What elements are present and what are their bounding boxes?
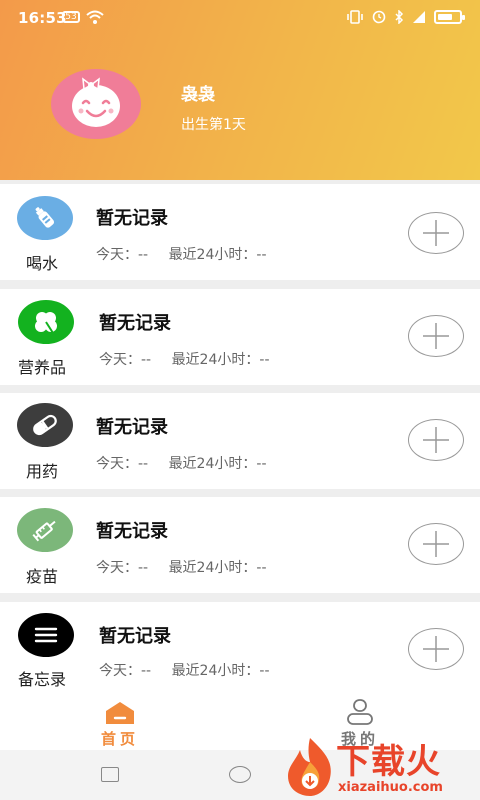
- record-card-vaccine[interactable]: 疫苗 暂无记录 今天：-- 最近24小时：--: [0, 497, 480, 593]
- category-label: 备忘录: [18, 670, 67, 689]
- bluetooth-icon: [395, 10, 404, 24]
- status-bar: 16:53 53: [0, 0, 480, 36]
- add-memo-button[interactable]: [408, 628, 464, 670]
- add-supplement-button[interactable]: [408, 315, 464, 357]
- baby-name: 袅袅: [181, 85, 215, 105]
- category-label: 喝水: [26, 254, 59, 273]
- plus-icon: [423, 531, 449, 557]
- user-icon: [347, 699, 373, 725]
- today-value: --: [138, 247, 149, 263]
- watermark-url: xiazaihuo.com: [338, 780, 443, 795]
- home-icon: [106, 702, 134, 724]
- today-label: 今天：: [96, 560, 138, 576]
- recent-value: --: [256, 560, 267, 576]
- add-medication-button[interactable]: [408, 419, 464, 461]
- today-value: --: [141, 663, 152, 679]
- record-card-supplement[interactable]: 营养品 暂无记录 今天：-- 最近24小时：--: [0, 289, 480, 385]
- today-value: --: [141, 352, 152, 368]
- record-card-medication[interactable]: 用药 暂无记录 今天：-- 最近24小时：--: [0, 393, 480, 489]
- recent-label: 最近24小时：: [168, 247, 257, 263]
- plus-icon: [423, 427, 449, 453]
- plus-icon: [423, 220, 449, 246]
- water-bottle-icon: [17, 196, 73, 240]
- category-label: 疫苗: [26, 567, 59, 586]
- profile-header: 16:53 53 袅袅 出生第1天: [0, 0, 480, 180]
- signal-icon: [413, 11, 425, 23]
- today-label: 今天：: [96, 247, 138, 263]
- home-nav-button[interactable]: [229, 766, 251, 783]
- syringe-icon: [17, 508, 73, 552]
- recent-label: 最近24小时：: [168, 560, 257, 576]
- baby-face-icon: [72, 77, 120, 127]
- baby-age: 出生第1天: [181, 117, 246, 133]
- record-title: 暂无记录: [99, 313, 171, 334]
- record-stats: 今天：-- 最近24小时：--: [96, 244, 267, 264]
- tab-home[interactable]: 首页: [60, 694, 180, 750]
- alarm-icon: [372, 10, 386, 24]
- today-label: 今天：: [99, 663, 141, 679]
- record-title: 暂无记录: [96, 208, 168, 229]
- today-value: --: [138, 560, 149, 576]
- add-water-button[interactable]: [408, 212, 464, 254]
- add-vaccine-button[interactable]: [408, 523, 464, 565]
- recent-label: 最近24小时：: [168, 456, 257, 472]
- today-label: 今天：: [99, 352, 141, 368]
- clover-icon: [18, 300, 74, 344]
- recent-value: --: [256, 456, 267, 472]
- notification-badge-icon: 53: [62, 11, 80, 23]
- record-title: 暂无记录: [96, 521, 168, 542]
- recent-value: --: [259, 352, 270, 368]
- recent-value: --: [256, 247, 267, 263]
- recent-apps-button[interactable]: [101, 767, 119, 782]
- today-value: --: [138, 456, 149, 472]
- flame-logo-icon: [288, 738, 331, 796]
- record-card-water[interactable]: 喝水 暂无记录 今天：-- 最近24小时：--: [0, 184, 480, 280]
- record-title: 暂无记录: [96, 417, 168, 438]
- plus-icon: [423, 636, 449, 662]
- watermark-text: 下载火: [336, 742, 441, 782]
- record-stats: 今天：-- 最近24小时：--: [99, 660, 270, 680]
- wifi-icon: [86, 10, 104, 24]
- battery-icon: [434, 10, 465, 24]
- category-label: 用药: [26, 462, 59, 481]
- recent-label: 最近24小时：: [171, 663, 260, 679]
- record-card-memo[interactable]: 备忘录 暂无记录 今天：-- 最近24小时：--: [0, 602, 480, 694]
- today-label: 今天：: [96, 456, 138, 472]
- tab-home-label: 首页: [100, 730, 139, 748]
- record-title: 暂无记录: [99, 626, 171, 647]
- record-stats: 今天：-- 最近24小时：--: [96, 453, 267, 473]
- record-stats: 今天：-- 最近24小时：--: [99, 349, 270, 369]
- vibrate-icon: [347, 10, 363, 24]
- watermark: 下载火 xiazaihuo.com: [282, 732, 480, 800]
- status-time: 16:53: [18, 9, 67, 27]
- recent-value: --: [259, 663, 270, 679]
- recent-label: 最近24小时：: [171, 352, 260, 368]
- pill-icon: [17, 403, 73, 447]
- menu-lines-icon: [18, 613, 74, 657]
- category-label: 营养品: [18, 358, 67, 377]
- plus-icon: [423, 323, 449, 349]
- baby-avatar[interactable]: [51, 69, 141, 139]
- record-stats: 今天：-- 最近24小时：--: [96, 557, 267, 577]
